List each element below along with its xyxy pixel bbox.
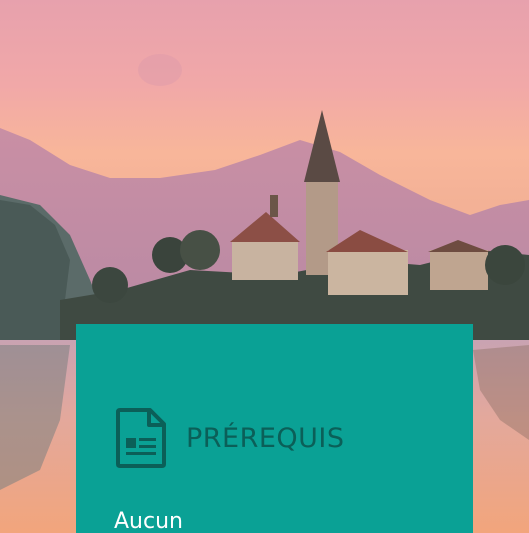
page: PRÉREQUIS Aucun [0,0,529,533]
prerequisites-card: PRÉREQUIS Aucun [76,324,473,533]
card-value: Aucun [114,509,183,533]
document-icon [116,408,166,468]
card-title: PRÉREQUIS [186,422,345,454]
card-header: PRÉREQUIS [116,408,345,468]
